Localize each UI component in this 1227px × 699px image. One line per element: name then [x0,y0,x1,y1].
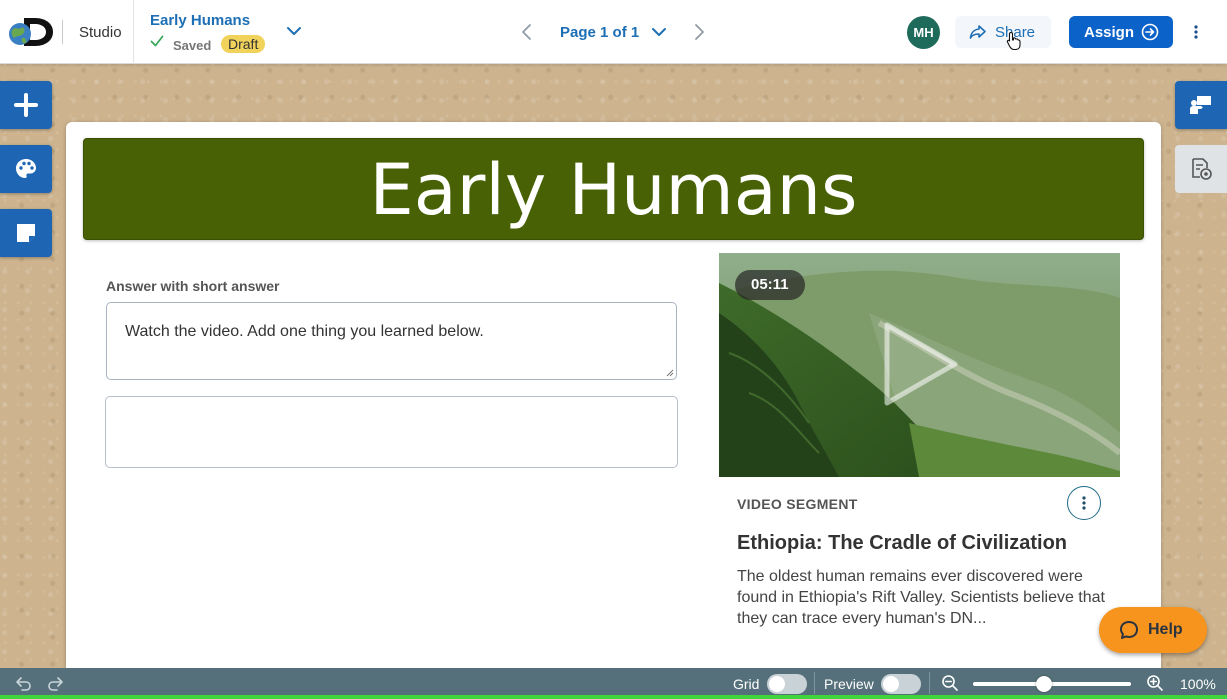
chat-bubble-icon [1120,621,1138,639]
sticky-note-icon [17,224,35,242]
zoom-level: 100% [1180,676,1216,692]
play-icon[interactable] [881,319,961,409]
share-button[interactable]: Share [955,16,1051,48]
saved-status: Saved [173,38,212,53]
share-icon [969,25,986,39]
video-duration: 05:11 [735,270,805,300]
preview-toggle[interactable] [881,674,921,694]
chevron-down-icon[interactable] [651,26,667,38]
help-label: Help [1148,621,1183,638]
help-button[interactable]: Help [1099,607,1207,653]
document-title[interactable]: Early Humans [150,12,250,29]
zoom-in-icon[interactable] [1146,674,1164,692]
title-banner[interactable]: Early Humans [83,138,1144,240]
more-vertical-icon [1082,496,1086,510]
video-thumbnail[interactable]: 05:11 [719,253,1120,477]
short-answer-field[interactable] [105,396,678,468]
preview-toggle-knob [883,676,899,692]
page-canvas: Early Humans Answer with short answer Wa… [66,122,1161,682]
chevron-left-icon[interactable] [519,23,535,41]
question-prompt-text: Watch the video. Add one thing you learn… [125,323,484,340]
top-bar: Studio Early Humans Saved Draft Page 1 o… [0,0,1227,64]
page-selector[interactable]: Page 1 of 1 [560,24,639,41]
page-settings-button[interactable] [1175,145,1227,193]
video-options-button[interactable] [1067,486,1101,520]
add-element-button[interactable] [0,81,52,129]
undo-icon[interactable] [14,675,32,691]
toolbar-divider [814,672,815,694]
grid-toggle[interactable] [767,674,807,694]
avatar[interactable]: MH [907,16,940,49]
presenter-button[interactable] [1175,81,1227,129]
arrow-right-circle-icon [1141,23,1159,41]
zoom-slider-handle[interactable] [1036,676,1053,692]
bottom-toolbar: Grid Preview 100% [0,668,1227,699]
grid-label: Grid [733,676,760,692]
check-icon [150,35,164,47]
logo-divider [62,20,63,44]
question-type-label: Answer with short answer [106,278,280,294]
hand-cursor-icon [1006,31,1021,51]
app-name: Studio [79,24,122,41]
status-badge: Draft [221,35,266,53]
redo-icon[interactable] [47,675,65,691]
header-divider [133,0,134,64]
toolbar-divider [929,672,930,694]
theme-button[interactable] [0,145,52,193]
question-prompt-field[interactable]: Watch the video. Add one thing you learn… [106,302,677,380]
chevron-down-icon[interactable] [286,25,302,37]
preview-label: Preview [824,676,874,692]
resize-handle-icon[interactable] [666,369,674,377]
video-title[interactable]: Ethiopia: The Cradle of Civilization [737,532,1067,555]
assign-label: Assign [1084,24,1135,41]
video-description: The oldest human remains ever discovered… [737,568,1105,627]
presenter-icon [1190,96,1211,114]
plus-icon [14,93,38,117]
page-title: Early Humans [369,149,858,231]
sticky-note-button[interactable] [0,209,52,257]
page-settings-icon [1192,158,1212,180]
more-vertical-icon[interactable] [1188,22,1204,42]
palette-icon [16,159,36,178]
assign-button[interactable]: Assign [1069,16,1173,48]
chevron-right-icon[interactable] [691,23,707,41]
zoom-out-icon[interactable] [941,674,959,692]
grid-toggle-knob [769,676,785,692]
video-segment-label: VIDEO SEGMENT [737,496,858,512]
discovery-logo-icon[interactable] [8,15,54,49]
